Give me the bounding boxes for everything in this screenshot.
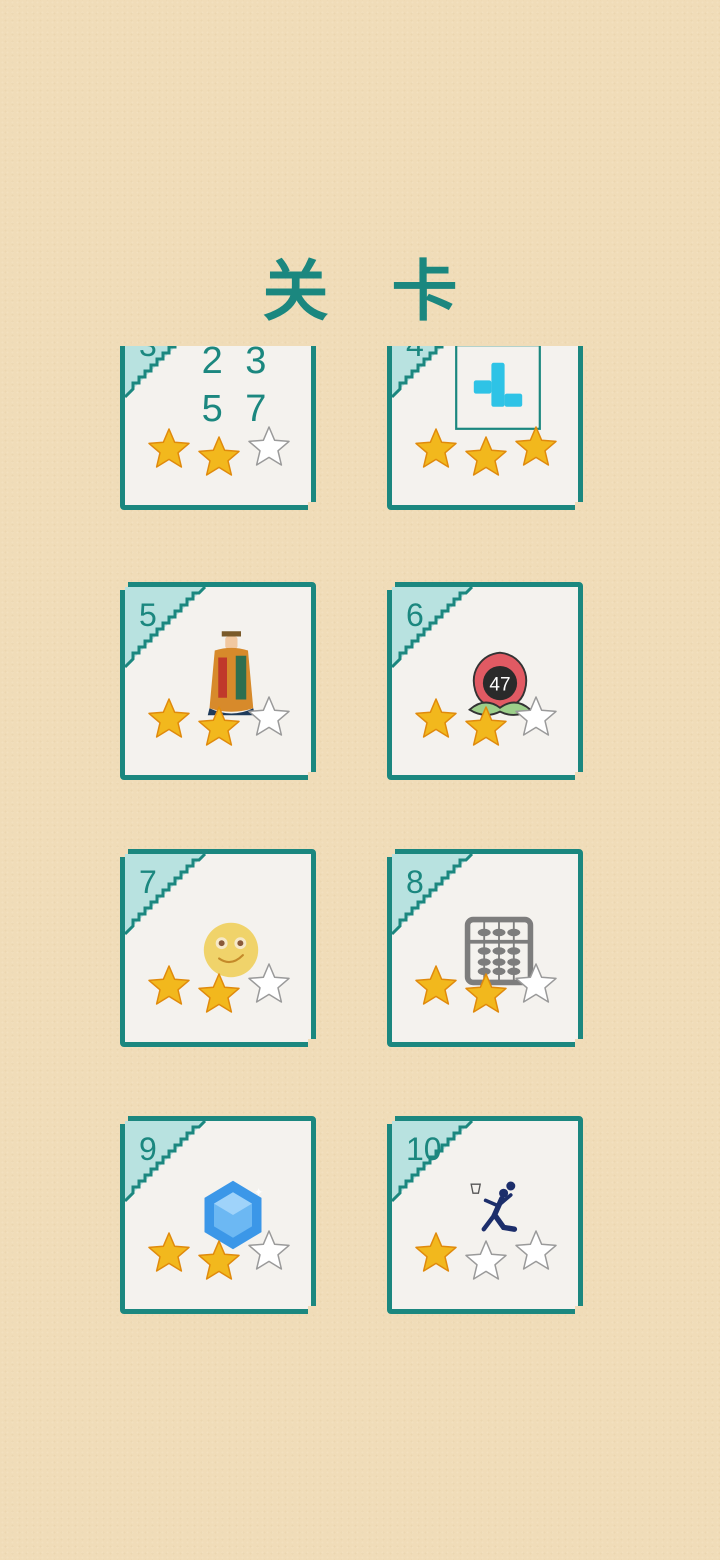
star-empty-icon — [248, 426, 290, 466]
star-rating — [414, 963, 574, 1014]
star-filled-icon — [198, 1240, 240, 1280]
star-filled-icon — [198, 706, 240, 746]
star-rating — [414, 1230, 574, 1281]
star-filled-icon — [148, 965, 190, 1005]
level-card-4[interactable]: 4 — [387, 346, 583, 510]
star-filled-icon — [415, 698, 457, 738]
level-number: 9 — [139, 1131, 157, 1167]
level-card-6[interactable]: 6 47 — [387, 582, 583, 780]
star-filled-icon — [415, 965, 457, 1005]
star-filled-icon — [465, 973, 507, 1013]
star-empty-icon — [515, 696, 557, 736]
star-empty-icon — [465, 1240, 507, 1280]
tetris-block-icon — [455, 346, 541, 430]
star-rating — [147, 696, 307, 747]
star-filled-icon — [198, 973, 240, 1013]
level-card-10[interactable]: 10 — [387, 1116, 583, 1314]
peach-label: 47 — [489, 675, 510, 696]
star-empty-icon — [515, 963, 557, 1003]
level-grid[interactable]: 3 2 3 5 7 4 5 — [100, 346, 620, 1346]
star-rating — [414, 696, 574, 747]
level-card-9[interactable]: 9 ✦ — [120, 1116, 316, 1314]
star-filled-icon — [148, 428, 190, 468]
page-title: 关 卡 — [262, 253, 478, 330]
star-empty-icon — [248, 696, 290, 736]
level-card-8[interactable]: 8 — [387, 849, 583, 1047]
level-number: 6 — [406, 597, 424, 633]
star-empty-icon — [248, 1230, 290, 1270]
star-rating — [414, 426, 574, 477]
star-filled-icon — [148, 698, 190, 738]
star-empty-icon — [248, 963, 290, 1003]
star-rating — [147, 963, 307, 1014]
star-filled-icon — [198, 436, 240, 476]
level-number: 5 — [139, 597, 157, 633]
star-filled-icon — [415, 428, 457, 468]
star-rating — [147, 426, 307, 477]
star-filled-icon — [465, 706, 507, 746]
star-rating — [147, 1230, 307, 1281]
level-number: 8 — [406, 864, 424, 900]
level-card-7[interactable]: 7 — [120, 849, 316, 1047]
star-empty-icon — [515, 1230, 557, 1270]
prime-numbers-icon: 2 3 5 7 — [197, 346, 277, 433]
level-number: 3 — [139, 346, 157, 364]
level-number: 4 — [406, 346, 424, 364]
level-number: 10 — [406, 1131, 442, 1167]
star-filled-icon — [148, 1232, 190, 1272]
level-card-5[interactable]: 5 — [120, 582, 316, 780]
star-filled-icon — [465, 436, 507, 476]
svg-text:✦: ✦ — [254, 1185, 264, 1199]
star-filled-icon — [515, 426, 557, 466]
level-card-3[interactable]: 3 2 3 5 7 — [120, 346, 316, 510]
level-number: 7 — [139, 864, 157, 900]
primes-line-1: 2 3 — [201, 346, 273, 382]
star-filled-icon — [415, 1232, 457, 1272]
